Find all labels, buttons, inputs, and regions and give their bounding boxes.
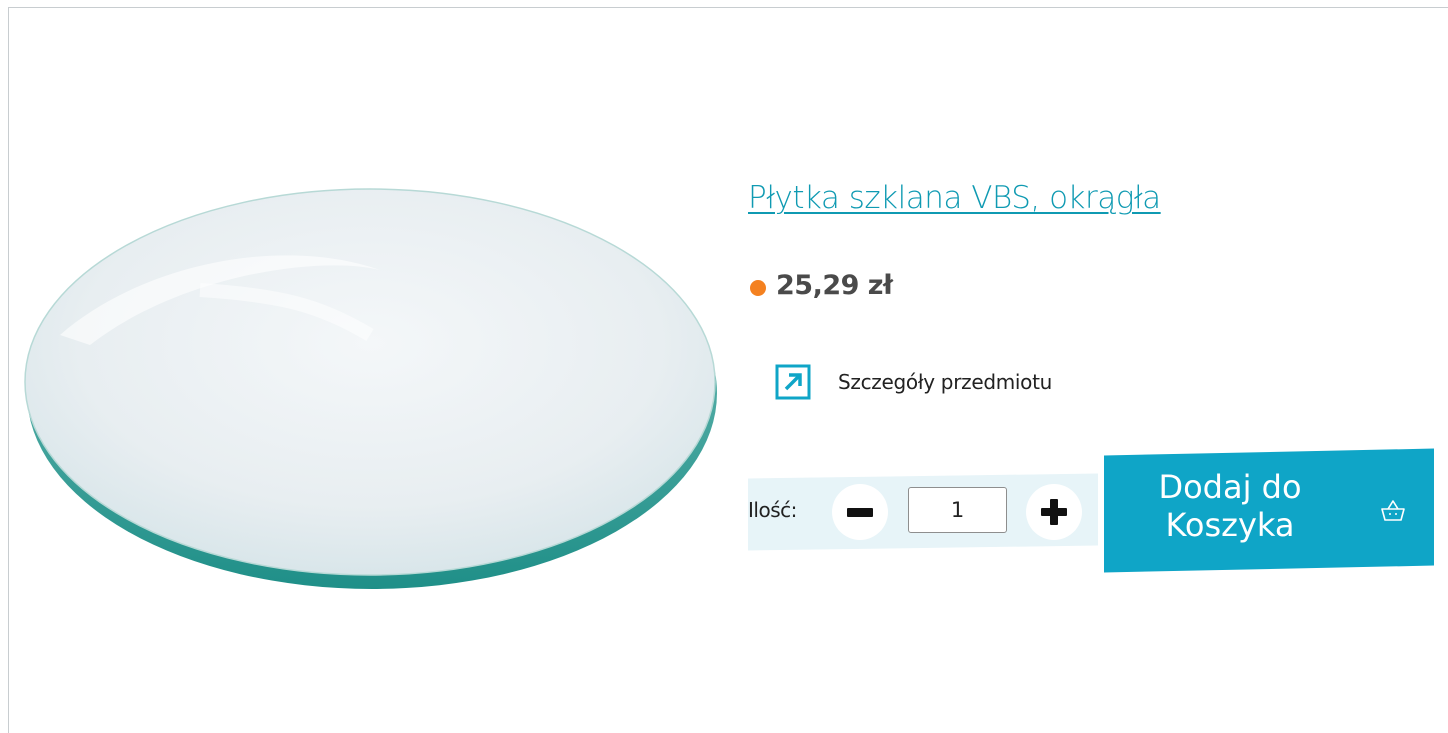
- product-title-link[interactable]: Płytka szklana VBS, okrągła: [748, 180, 1161, 216]
- quantity-label: Ilość:: [748, 498, 797, 522]
- quantity-increase-button[interactable]: [1026, 484, 1082, 540]
- price-row: 25,29 zł: [750, 270, 893, 301]
- add-to-cart-label[interactable]: Dodaj do Koszyka: [1140, 468, 1320, 544]
- quantity-input[interactable]: [908, 487, 1007, 533]
- product-details-link[interactable]: Szczegóły przedmiotu: [775, 364, 1052, 400]
- basket-icon[interactable]: [1380, 498, 1406, 524]
- plus-icon: [1041, 499, 1067, 525]
- product-price: 25,29 zł: [776, 270, 893, 301]
- product-image[interactable]: [20, 175, 720, 595]
- minus-icon: [847, 507, 873, 517]
- availability-dot-icon: [750, 279, 766, 296]
- product-details-label: Szczegóły przedmiotu: [838, 370, 1053, 394]
- external-arrow-icon: [775, 364, 811, 400]
- add-to-cart-label-line1: Dodaj do: [1158, 468, 1302, 506]
- add-to-cart-label-line2: Koszyka: [1165, 506, 1295, 544]
- quantity-decrease-button[interactable]: [832, 484, 888, 540]
